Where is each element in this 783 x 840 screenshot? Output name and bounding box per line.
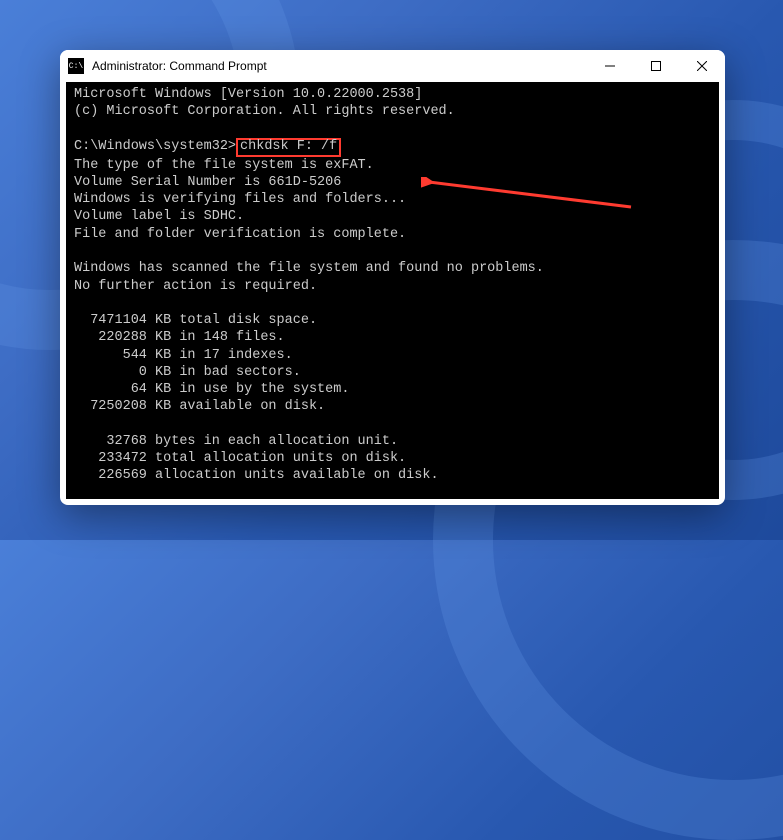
command-prompt-window: C:\ Administrator: Command Prompt Micros… (60, 50, 725, 505)
window-title: Administrator: Command Prompt (92, 59, 587, 73)
stat-line: 226569 allocation units available on dis… (74, 468, 439, 483)
output-line: Volume label is SDHC. (74, 209, 244, 224)
stat-line: 64 KB in use by the system. (74, 382, 349, 397)
output-line: The type of the file system is exFAT. (74, 158, 374, 173)
minimize-button[interactable] (587, 50, 633, 82)
window-controls (587, 50, 725, 82)
stat-line: 220288 KB in 148 files. (74, 330, 285, 345)
version-line: Microsoft Windows [Version 10.0.22000.25… (74, 87, 422, 102)
highlighted-command: chkdsk F: /f (236, 138, 341, 157)
stat-line: 7250208 KB available on disk. (74, 399, 325, 414)
prompt-path: C:\Windows\system32> (74, 139, 236, 154)
maximize-button[interactable] (633, 50, 679, 82)
stat-line: 32768 bytes in each allocation unit. (74, 434, 398, 449)
stat-line: 233472 total allocation units on disk. (74, 451, 406, 466)
close-button[interactable] (679, 50, 725, 82)
arrow-annotation-icon (421, 177, 641, 217)
stat-line: 0 KB in bad sectors. (74, 365, 301, 380)
stat-line: 7471104 KB total disk space. (74, 313, 317, 328)
output-line: Windows has scanned the file system and … (74, 261, 544, 276)
output-line: File and folder verification is complete… (74, 227, 406, 242)
output-line: Volume Serial Number is 661D-5206 (74, 175, 341, 190)
app-icon: C:\ (68, 58, 84, 74)
output-line: Windows is verifying files and folders..… (74, 192, 406, 207)
titlebar[interactable]: C:\ Administrator: Command Prompt (60, 50, 725, 82)
copyright-line: (c) Microsoft Corporation. All rights re… (74, 104, 455, 119)
output-line: No further action is required. (74, 279, 317, 294)
stat-line: 544 KB in 17 indexes. (74, 348, 293, 363)
terminal-output[interactable]: Microsoft Windows [Version 10.0.22000.25… (66, 82, 719, 499)
